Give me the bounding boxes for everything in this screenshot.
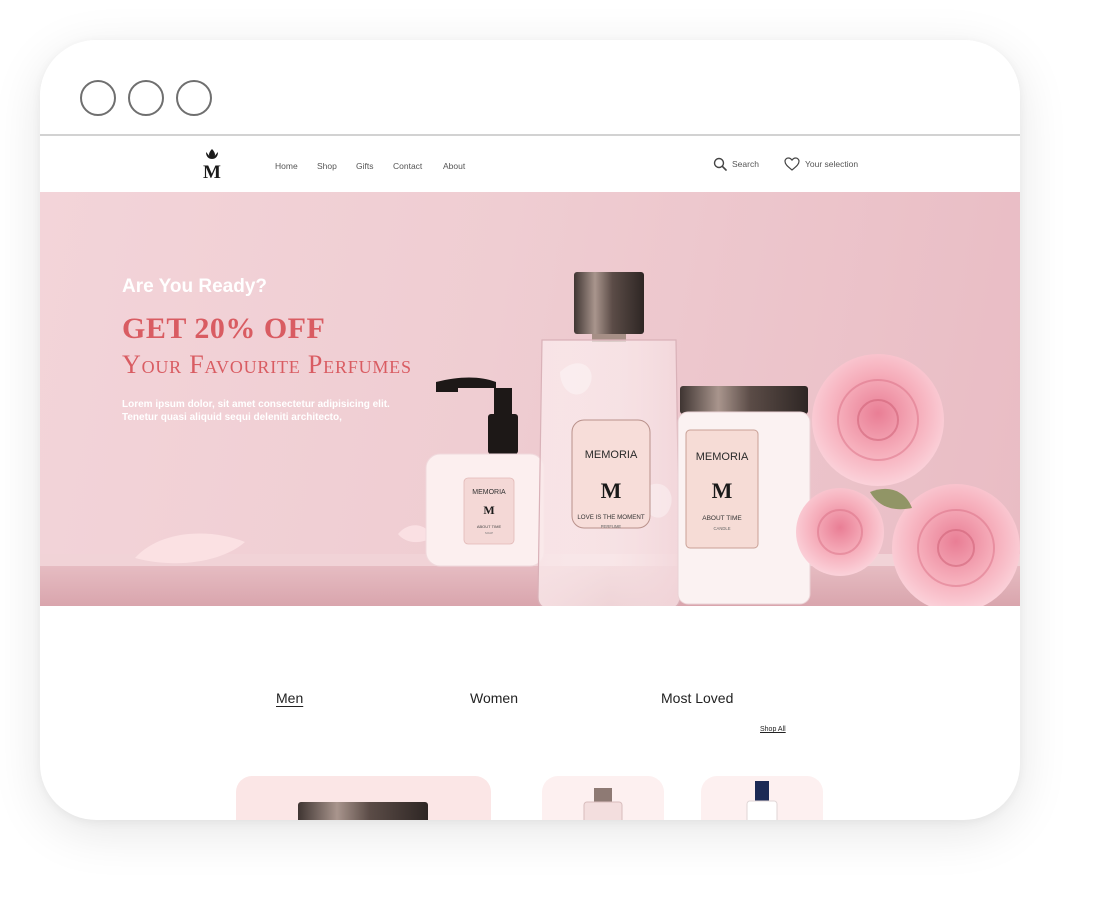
- candle-brand: MEMORIA: [696, 451, 749, 463]
- product-card-1-image: [298, 802, 428, 820]
- window-control-2[interactable]: [128, 80, 164, 116]
- shop-all-link[interactable]: Shop All: [760, 726, 786, 733]
- nav-link-home[interactable]: Home: [275, 161, 298, 171]
- petal-1: [135, 533, 245, 564]
- tab-women[interactable]: Women: [470, 690, 518, 706]
- hero-eyebrow: Are You Ready?: [122, 276, 268, 297]
- nav-link-about[interactable]: About: [443, 161, 465, 171]
- soap-bottle: MEMORIA M ABOUT TIME SOAP: [425, 377, 545, 567]
- tab-men[interactable]: Men: [276, 690, 303, 706]
- product-card-2[interactable]: [542, 776, 664, 820]
- nav-link-gifts[interactable]: Gifts: [356, 161, 373, 171]
- perfume-name: LOVE IS THE MOMENT: [577, 514, 644, 521]
- candle-name: ABOUT TIME: [702, 515, 742, 522]
- your-selection-label: Your selection: [805, 159, 859, 169]
- window-control-1[interactable]: [80, 80, 116, 116]
- your-selection-button[interactable]: Your selection: [784, 155, 858, 173]
- perfume-type: PERFUME: [601, 524, 622, 529]
- tab-most-loved[interactable]: Most Loved: [661, 690, 733, 706]
- soap-name: ABOUT TIME: [477, 524, 502, 529]
- perfume-brand: MEMORIA: [585, 449, 638, 461]
- brand-mark: M: [203, 162, 221, 180]
- soap-logo-mark: M: [483, 503, 494, 517]
- hero-banner: MEMORIA M ABOUT TIME SOAP MEMORIA M LOVE…: [40, 192, 1020, 606]
- perfume-logo-mark: M: [601, 478, 622, 503]
- nav-link-shop[interactable]: Shop: [317, 161, 337, 171]
- candle-type: CANDLE: [714, 526, 731, 531]
- soap-brand: MEMORIA: [472, 489, 506, 496]
- product-card-3-image: [746, 781, 778, 820]
- hero-subtitle: Your Favourite Perfumes: [122, 350, 412, 379]
- hero-title: GET 20% OFF: [122, 312, 326, 345]
- search-label: Search: [732, 159, 759, 169]
- roses: [796, 354, 1020, 606]
- product-card-3[interactable]: [701, 776, 823, 820]
- browser-window: M Home Shop Gifts Contact About Search Y…: [40, 40, 1020, 820]
- window-control-3[interactable]: [176, 80, 212, 116]
- hero-description: Lorem ipsum dolor, sit amet consectetur …: [122, 398, 422, 424]
- candle-logo-mark: M: [712, 478, 733, 503]
- site-navbar: M Home Shop Gifts Contact About Search Y…: [40, 136, 1020, 192]
- brand-logo-icon[interactable]: M: [200, 148, 224, 180]
- hero-description-line-2: Tenetur quasi aliquid sequi deleniti arc…: [122, 412, 342, 423]
- soap-type: SOAP: [485, 531, 493, 535]
- heart-icon: [784, 157, 800, 171]
- nav-link-contact[interactable]: Contact: [393, 161, 422, 171]
- search-icon: [713, 157, 727, 171]
- candle-jar: MEMORIA M ABOUT TIME CANDLE: [677, 386, 811, 605]
- hero-description-line-1: Lorem ipsum dolor, sit amet consectetur …: [122, 399, 390, 410]
- window-titlebar: [40, 40, 1020, 134]
- product-card-1[interactable]: [236, 776, 491, 820]
- perfume-bottle: MEMORIA M LOVE IS THE MOMENT PERFUME: [537, 272, 681, 606]
- search-button[interactable]: Search: [713, 155, 759, 173]
- product-card-2-image: [583, 788, 623, 820]
